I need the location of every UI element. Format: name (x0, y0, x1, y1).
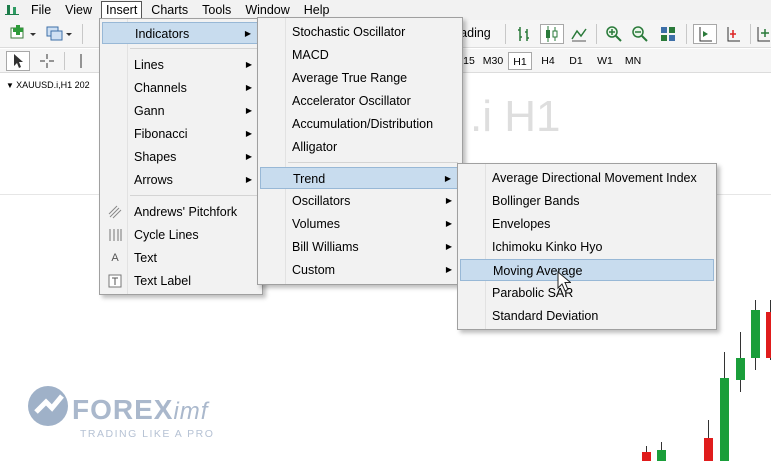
menu-item-macd[interactable]: MACD (260, 44, 460, 66)
menu-insert[interactable]: Insert (101, 1, 143, 19)
menu-item-cycle-lines[interactable]: Cycle Lines (102, 224, 260, 246)
vertical-line-icon[interactable] (72, 51, 90, 71)
menu-item-admi[interactable]: Average Directional Movement Index (460, 167, 714, 189)
logo-tagline: TRADING LIKE A PRO (80, 428, 215, 440)
menu-item-parabolic-sar[interactable]: Parabolic SAR (460, 282, 714, 304)
candle (736, 358, 745, 380)
candle (751, 310, 760, 358)
menu-item-gann[interactable]: Gann ▶ (102, 100, 260, 122)
menu-charts[interactable]: Charts (146, 1, 193, 19)
logo-mark-icon (28, 386, 68, 426)
menu-item-stochastic-oscillator[interactable]: Stochastic Oscillator (260, 21, 460, 43)
candlestick-icon[interactable] (540, 24, 564, 44)
menu-item-envelopes[interactable]: Envelopes (460, 213, 714, 235)
menu-file[interactable]: File (26, 1, 56, 19)
menu-item-custom[interactable]: Custom ▶ (260, 259, 460, 281)
candle (704, 438, 713, 461)
timeframe-mn[interactable]: MN (620, 52, 646, 70)
menu-item-text[interactable]: A Text (102, 247, 260, 269)
chart-shift-icon[interactable] (722, 24, 744, 44)
menu-tools[interactable]: Tools (197, 1, 236, 19)
menu-item-indicators[interactable]: Indicators ▶ (102, 22, 260, 44)
menu-item-channels[interactable]: Channels ▶ (102, 77, 260, 99)
new-chart-button[interactable] (8, 24, 38, 44)
candle (720, 378, 729, 461)
timeframe-w1[interactable]: W1 (593, 52, 617, 70)
mouse-pointer-icon (557, 270, 572, 293)
menu-item-volumes[interactable]: Volumes ▶ (260, 213, 460, 235)
menu-view[interactable]: View (60, 1, 97, 19)
chart-symbol-label: ▼ XAUUSD.i,H1 202 (6, 80, 90, 90)
profiles-button[interactable] (44, 24, 74, 44)
app-icon (3, 2, 21, 18)
menu-item-shapes[interactable]: Shapes ▶ (102, 146, 260, 168)
menu-item-arrows[interactable]: Arrows ▶ (102, 169, 260, 191)
menu-item-trend[interactable]: Trend ▶ (260, 167, 460, 189)
bar-chart-icon[interactable] (514, 24, 536, 44)
menu-item-bill-williams[interactable]: Bill Williams ▶ (260, 236, 460, 258)
menu-item-standard-deviation[interactable]: Standard Deviation (460, 305, 714, 327)
line-chart-icon[interactable] (568, 24, 590, 44)
timeframe-h4[interactable]: H4 (536, 52, 560, 70)
indicators-submenu: Stochastic Oscillator MACD Average True … (257, 17, 463, 285)
candle (766, 312, 771, 358)
logo-brand: FOREXimf (72, 394, 209, 425)
chart-watermark: .i H1 (470, 92, 561, 141)
menu-item-andrews-pitchfork[interactable]: Andrews' Pitchfork (102, 201, 260, 223)
pitchfork-icon (108, 205, 122, 219)
crosshair-icon[interactable] (36, 51, 58, 71)
auto-scroll-icon[interactable] (693, 24, 717, 44)
menu-item-ichimoku-kinko-hyo[interactable]: Ichimoku Kinko Hyo (460, 236, 714, 258)
timeframe-m30[interactable]: M30 (480, 52, 506, 70)
timeframe-d1[interactable]: D1 (564, 52, 588, 70)
zoom-out-icon[interactable] (629, 24, 651, 44)
menu-item-alligator[interactable]: Alligator (260, 136, 460, 158)
cycle-lines-icon (108, 228, 122, 242)
menu-item-lines[interactable]: Lines ▶ (102, 54, 260, 76)
zoom-in-icon[interactable] (603, 24, 625, 44)
cursor-tool-icon[interactable] (6, 51, 30, 71)
text-icon: A (111, 252, 119, 264)
tile-windows-icon[interactable] (657, 24, 679, 44)
menu-item-text-label[interactable]: Text Label (102, 270, 260, 292)
add-indicator-icon[interactable] (756, 24, 771, 44)
timeframe-h1[interactable]: H1 (508, 52, 532, 70)
menu-item-oscillators[interactable]: Oscillators ▶ (260, 190, 460, 212)
text-label-icon (108, 274, 122, 288)
menu-item-fibonacci[interactable]: Fibonacci ▶ (102, 123, 260, 145)
menu-item-accumulation-distribution[interactable]: Accumulation/Distribution (260, 113, 460, 135)
menu-item-accelerator-oscillator[interactable]: Accelerator Oscillator (260, 90, 460, 112)
menu-item-average-true-range[interactable]: Average True Range (260, 67, 460, 89)
trend-submenu: Average Directional Movement Index Bolli… (457, 163, 717, 330)
menu-item-bollinger-bands[interactable]: Bollinger Bands (460, 190, 714, 212)
candle (657, 450, 666, 461)
candle (642, 452, 651, 461)
insert-menu: Indicators ▶ Lines ▶ Channels ▶ Gann ▶ Fibon… (99, 18, 263, 295)
menu-item-moving-average[interactable]: Moving Average (460, 259, 714, 281)
